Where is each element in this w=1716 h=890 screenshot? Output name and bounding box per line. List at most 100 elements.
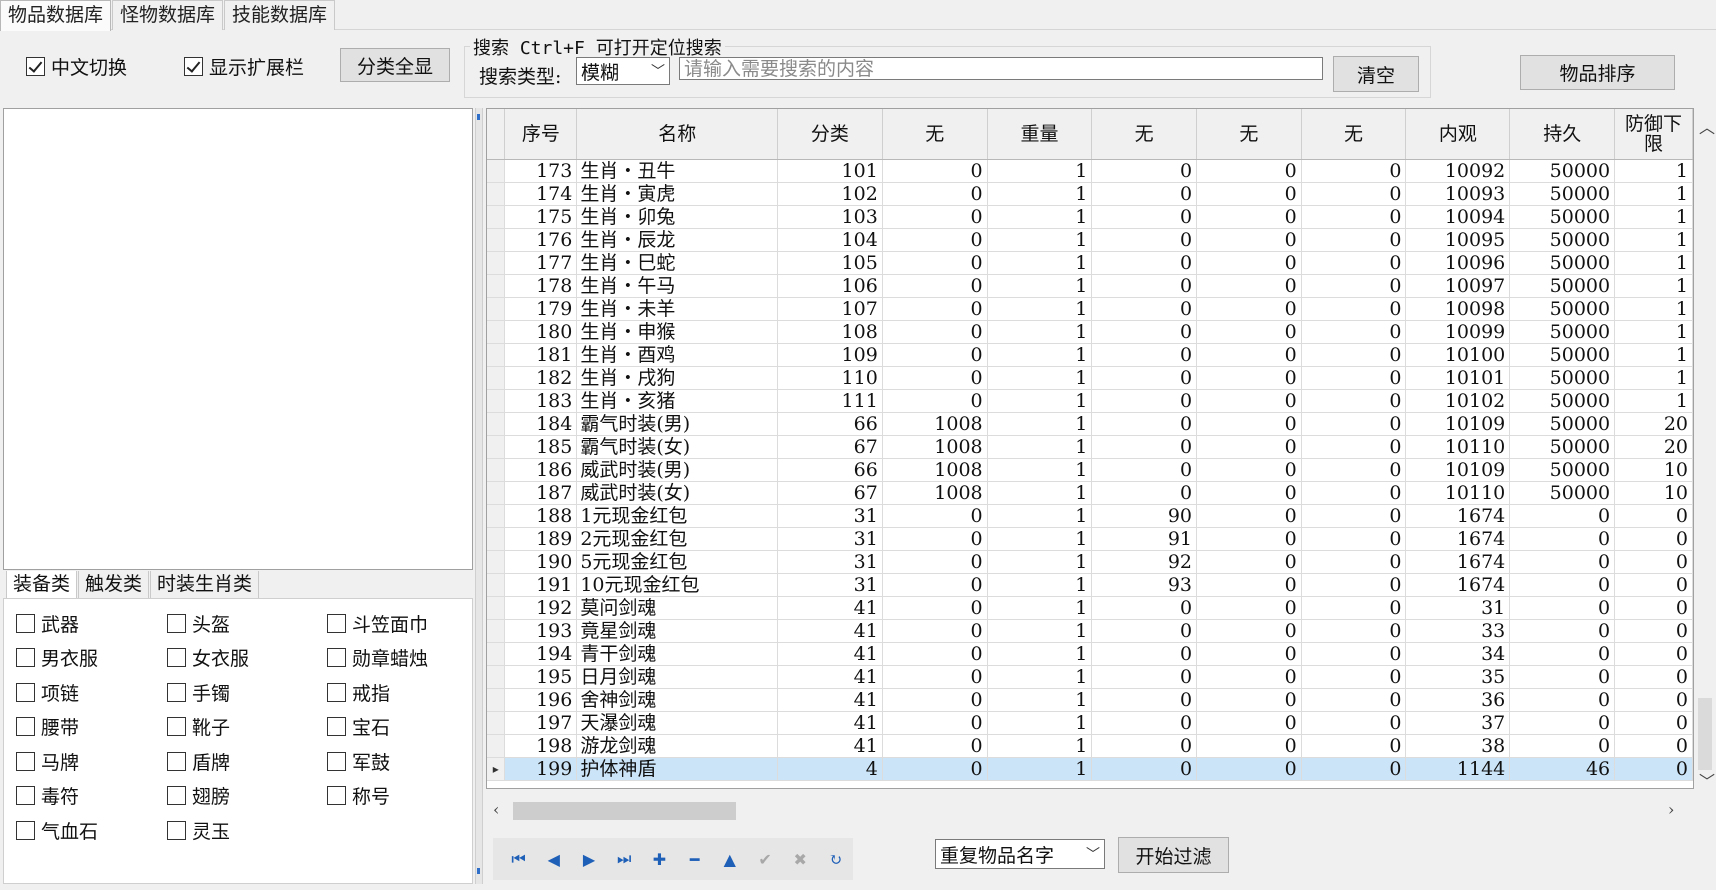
table-cell[interactable]: 10101 — [1405, 366, 1511, 390]
table-row[interactable]: 182 生肖・戌狗 110 0 1 0 0 0 10101 50000 1 — [487, 366, 1693, 390]
row-indicator[interactable] — [487, 711, 506, 735]
table-cell[interactable]: 174 — [504, 182, 578, 206]
category-checkbox[interactable]: 马牌 — [16, 748, 79, 774]
table-cell[interactable]: 1 — [987, 228, 1093, 252]
table-cell[interactable]: 霸气时装(男) — [576, 412, 779, 436]
table-cell[interactable]: 1 — [1614, 228, 1693, 252]
table-cell[interactable]: 0 — [1301, 596, 1407, 620]
table-cell[interactable]: 50000 — [1509, 389, 1616, 413]
table-cell[interactable]: 游龙剑魂 — [576, 734, 779, 758]
table-row[interactable]: 194 青干剑魂 41 0 1 0 0 0 34 0 0 — [487, 642, 1693, 666]
category-checkbox[interactable]: 女衣服 — [167, 645, 249, 671]
table-cell[interactable]: 10110 — [1405, 435, 1511, 459]
table-cell[interactable]: 1 — [1614, 251, 1693, 275]
category-checkbox[interactable]: 项链 — [16, 679, 79, 705]
table-cell[interactable]: 1674 — [1405, 573, 1511, 597]
table-cell[interactable]: 184 — [504, 412, 578, 436]
table-cell[interactable]: 50000 — [1509, 182, 1616, 206]
table-cell[interactable]: 生肖・巳蛇 — [576, 251, 779, 275]
table-row[interactable]: 175 生肖・卯兔 103 0 1 0 0 0 10094 50000 1 — [487, 205, 1693, 229]
table-row[interactable]: 186 威武时装(男) 66 1008 1 0 0 0 10109 50000 10 — [487, 458, 1693, 482]
table-cell[interactable]: 1 — [1614, 389, 1693, 413]
table-cell[interactable]: 31 — [777, 550, 883, 574]
category-checkbox[interactable]: 手镯 — [167, 679, 230, 705]
category-checkbox[interactable]: 军鼓 — [327, 748, 390, 774]
table-cell[interactable]: 生肖・卯兔 — [576, 205, 779, 229]
table-cell[interactable]: 0 — [1091, 320, 1198, 344]
table-cell[interactable]: 护体神盾 — [576, 757, 779, 781]
table-cell[interactable]: 0 — [1091, 757, 1198, 781]
table-cell[interactable]: 0 — [1196, 688, 1302, 712]
table-cell[interactable]: 0 — [1301, 481, 1407, 505]
category-checkbox[interactable]: 武器 — [16, 610, 79, 636]
table-row[interactable]: 173 生肖・丑牛 101 0 1 0 0 0 10092 50000 1 — [487, 159, 1693, 183]
table-cell[interactable]: 173 — [504, 159, 578, 183]
table-cell[interactable]: 179 — [504, 297, 578, 321]
table-cell[interactable]: 0 — [882, 596, 988, 620]
table-cell[interactable]: 0 — [1196, 458, 1302, 482]
row-indicator[interactable] — [487, 573, 506, 597]
table-cell[interactable]: 0 — [1196, 297, 1302, 321]
row-indicator[interactable] — [487, 205, 506, 229]
table-cell[interactable]: 50000 — [1509, 412, 1616, 436]
table-cell[interactable]: 0 — [1301, 573, 1407, 597]
table-cell[interactable]: 0 — [1301, 251, 1407, 275]
column-header[interactable]: 序号 — [504, 109, 578, 160]
table-cell[interactable]: 生肖・未羊 — [576, 297, 779, 321]
table-cell[interactable]: 104 — [777, 228, 883, 252]
filter-select[interactable]: 重复物品名字 ﹀ — [935, 839, 1105, 869]
table-cell[interactable]: 1 — [987, 481, 1093, 505]
table-cell[interactable]: 0 — [1301, 412, 1407, 436]
first-record-icon[interactable]: ⏮ — [501, 844, 536, 874]
table-row[interactable]: 180 生肖・申猴 108 0 1 0 0 0 10099 50000 1 — [487, 320, 1693, 344]
table-row[interactable]: 185 霸气时装(女) 67 1008 1 0 0 0 10110 50000 20 — [487, 435, 1693, 459]
table-cell[interactable]: 41 — [777, 665, 883, 689]
table-cell[interactable]: 0 — [1196, 159, 1302, 183]
row-indicator[interactable] — [487, 366, 506, 390]
table-cell[interactable]: 197 — [504, 711, 578, 735]
table-cell[interactable]: 92 — [1091, 550, 1198, 574]
table-cell[interactable]: 38 — [1405, 734, 1511, 758]
table-cell[interactable]: 威武时装(女) — [576, 481, 779, 505]
table-cell[interactable]: 10096 — [1405, 251, 1511, 275]
table-cell[interactable]: 0 — [1196, 205, 1302, 229]
table-cell[interactable]: 177 — [504, 251, 578, 275]
table-cell[interactable]: 1 — [987, 389, 1093, 413]
table-cell[interactable]: 0 — [882, 274, 988, 298]
table-cell[interactable]: 50000 — [1509, 274, 1616, 298]
table-cell[interactable]: 0 — [1091, 389, 1198, 413]
table-cell[interactable]: 192 — [504, 596, 578, 620]
next-record-icon[interactable]: ▶ — [571, 844, 606, 874]
table-cell[interactable]: 41 — [777, 642, 883, 666]
table-cell[interactable]: 0 — [882, 389, 988, 413]
table-cell[interactable]: 0 — [1196, 435, 1302, 459]
row-indicator[interactable] — [487, 274, 506, 298]
table-cell[interactable]: 105 — [777, 251, 883, 275]
table-cell[interactable]: 0 — [1196, 527, 1302, 551]
table-cell[interactable]: 0 — [1509, 573, 1616, 597]
table-cell[interactable]: 0 — [1301, 297, 1407, 321]
sort-items-button[interactable]: 物品排序 — [1520, 55, 1675, 90]
category-checkbox[interactable]: 头盔 — [167, 610, 230, 636]
row-indicator[interactable] — [487, 665, 506, 689]
table-cell[interactable]: 0 — [1614, 665, 1693, 689]
table-cell[interactable]: 0 — [1196, 757, 1302, 781]
scroll-down-icon[interactable]: ﹀ — [1699, 768, 1715, 792]
table-cell[interactable]: 1 — [987, 297, 1093, 321]
table-cell[interactable]: 178 — [504, 274, 578, 298]
table-cell[interactable]: 0 — [1301, 688, 1407, 712]
row-indicator[interactable] — [487, 297, 506, 321]
table-cell[interactable]: 0 — [1091, 205, 1198, 229]
table-cell[interactable]: 1 — [1614, 205, 1693, 229]
table-cell[interactable]: 0 — [882, 734, 988, 758]
table-cell[interactable]: 10109 — [1405, 458, 1511, 482]
column-header[interactable]: 无 — [1091, 109, 1198, 160]
show-extension-checkbox[interactable]: 显示扩展栏 — [184, 54, 304, 79]
table-cell[interactable]: 91 — [1091, 527, 1198, 551]
table-cell[interactable]: 50000 — [1509, 458, 1616, 482]
row-indicator[interactable] — [487, 688, 506, 712]
table-row[interactable]: 189 2元现金红包 31 0 1 91 0 0 1674 0 0 — [487, 527, 1693, 551]
table-cell[interactable]: 0 — [882, 757, 988, 781]
table-cell[interactable]: 0 — [1196, 504, 1302, 528]
table-cell[interactable]: 0 — [1301, 642, 1407, 666]
